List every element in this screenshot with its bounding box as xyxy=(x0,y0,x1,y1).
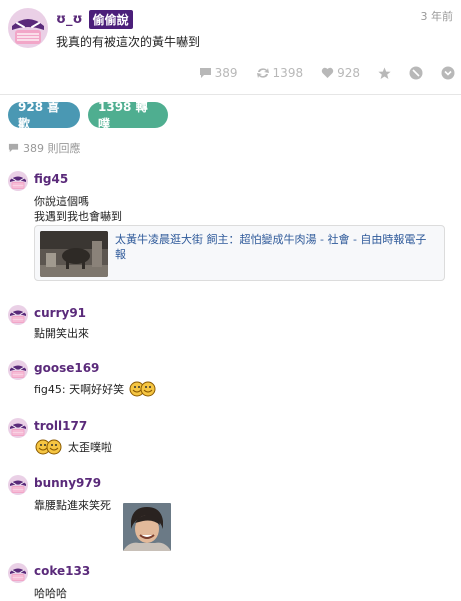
commenter-avatar[interactable] xyxy=(8,171,28,191)
commenter-name[interactable]: bunny979 xyxy=(34,476,101,490)
comment-text: 我遇到我也會嚇到 xyxy=(34,210,122,223)
reply-count: 389 則回應 xyxy=(8,140,81,156)
comment-text: 哈哈哈 xyxy=(34,587,67,600)
comment-text-row: 太歪噗啦 xyxy=(34,438,112,456)
star-icon xyxy=(378,67,391,79)
comment-text: 點開笑出來 xyxy=(34,327,89,340)
comment-count: 389 xyxy=(214,66,238,80)
post-content: 我真的有被這次的黃牛嚇到 xyxy=(56,35,201,49)
whisper-badge: 偷偷說 xyxy=(88,10,133,29)
comment-icon xyxy=(199,68,211,78)
comment-text: 你說這個嗎 xyxy=(34,195,89,208)
commenter-name[interactable]: curry91 xyxy=(34,306,86,320)
commenter-avatar[interactable] xyxy=(8,360,28,380)
author-avatar[interactable] xyxy=(8,8,48,48)
commenter-name[interactable]: troll177 xyxy=(34,419,87,433)
comment-count-button[interactable]: 389 xyxy=(199,66,238,80)
commenter-avatar[interactable] xyxy=(8,305,28,325)
post-stats: 928 喜歡 1398 轉噗 xyxy=(8,100,168,131)
link-preview-card[interactable]: 太黃牛凌晨逛大街 飼主：超怕變成牛肉湯 - 社會 - 自由時報電子報 xyxy=(34,225,445,281)
reply-count-label: 389 則回應 xyxy=(23,142,81,155)
commenter-avatar[interactable] xyxy=(8,563,28,583)
commenter-name[interactable]: goose169 xyxy=(34,361,99,375)
more-button[interactable] xyxy=(441,66,455,80)
reaction-photo[interactable] xyxy=(123,503,171,551)
like-button[interactable]: 928 xyxy=(321,66,360,80)
post-author-row: ʊ_ʊ 偷偷說 xyxy=(56,10,133,29)
comment-text: 太歪噗啦 xyxy=(68,441,112,454)
commenter-avatar[interactable] xyxy=(8,418,28,438)
shares-pill[interactable]: 1398 轉噗 xyxy=(88,100,168,131)
replurk-icon xyxy=(256,68,269,78)
heart-icon xyxy=(321,67,334,78)
commenter-name[interactable]: coke133 xyxy=(34,564,90,578)
post-time: 3 年前 xyxy=(420,10,454,23)
commenter-avatar[interactable] xyxy=(8,475,28,495)
comment-icon xyxy=(8,143,19,153)
replurk-count: 1398 xyxy=(272,66,304,80)
comment-text: fig45: 天啊好好笑 xyxy=(34,383,125,396)
comment-text-row: fig45: 天啊好好笑 xyxy=(34,380,158,398)
laughing-emoticon-icon xyxy=(129,381,156,397)
comment-text: 靠腰點進來笑死 xyxy=(34,499,111,512)
mute-icon xyxy=(409,66,423,80)
replurk-button[interactable]: 1398 xyxy=(256,66,304,80)
like-count: 928 xyxy=(337,66,360,80)
link-title: 太黃牛凌晨逛大街 飼主：超怕變成牛肉湯 - 社會 - 自由時報電子報 xyxy=(115,233,427,261)
post-actions: 389 1398 928 xyxy=(181,66,455,80)
favorite-button[interactable] xyxy=(378,67,391,80)
commenter-name[interactable]: fig45 xyxy=(34,172,68,186)
laughing-emoticon-icon xyxy=(35,439,62,455)
mute-button[interactable] xyxy=(409,66,423,80)
likes-pill[interactable]: 928 喜歡 xyxy=(8,100,80,131)
chevron-down-icon xyxy=(441,66,455,80)
link-thumbnail xyxy=(40,231,108,277)
plurk-post: ʊ_ʊ 偷偷說 3 年前 我真的有被這次的黃牛嚇到 389 1398 928 xyxy=(0,0,461,95)
author-name[interactable]: ʊ_ʊ xyxy=(56,12,83,27)
